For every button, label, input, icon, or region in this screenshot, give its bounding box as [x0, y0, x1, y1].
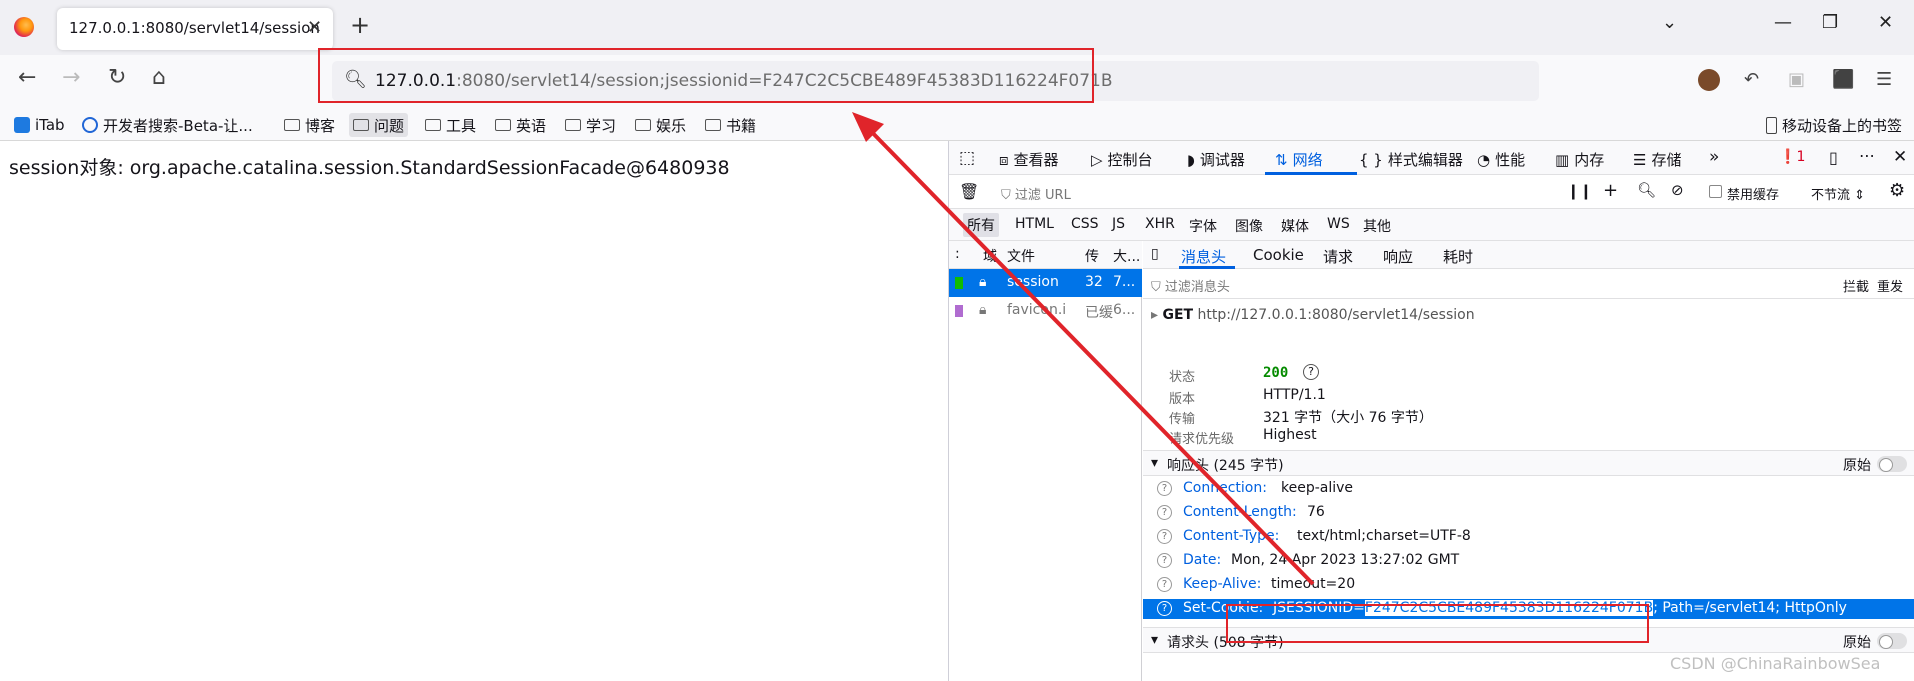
annotation-arrow — [852, 112, 1315, 586]
watermark: CSDN @ChinaRainbowSea — [1670, 654, 1881, 673]
arrow-line — [860, 120, 1315, 586]
